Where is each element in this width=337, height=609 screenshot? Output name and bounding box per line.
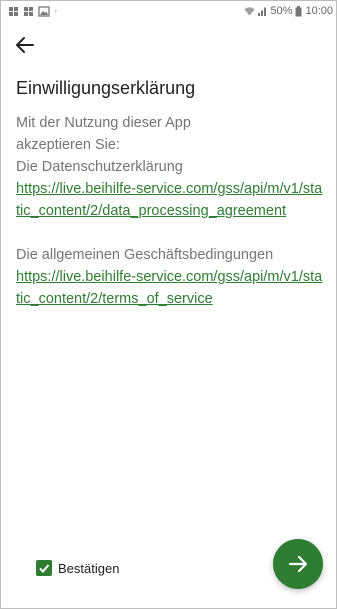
status-left: · bbox=[8, 5, 58, 17]
next-button[interactable] bbox=[273, 539, 323, 589]
wifi-icon bbox=[244, 7, 255, 16]
page-title: Einwilligungserklärung bbox=[16, 78, 196, 98]
terms-link[interactable]: https://live.beihilfe-service.com/gss/ap… bbox=[16, 266, 323, 310]
confirm-label: Bestätigen bbox=[58, 560, 120, 576]
status-bar: · 50% 10:00 bbox=[0, 0, 337, 24]
clock: 10:00 bbox=[305, 5, 333, 17]
status-dot: · bbox=[54, 5, 58, 17]
confirm-checkbox[interactable] bbox=[36, 560, 52, 576]
battery-percent: 50% bbox=[270, 5, 293, 17]
app-icon bbox=[9, 6, 18, 16]
privacy-label: Die Datenschutzerklärung bbox=[16, 159, 183, 175]
intro-text-line1: Mit der Nutzung dieser App bbox=[16, 115, 191, 131]
arrow-left-icon bbox=[16, 37, 34, 53]
back-button[interactable] bbox=[14, 34, 36, 56]
app-icon bbox=[24, 6, 33, 16]
checkmark-icon bbox=[39, 564, 50, 573]
confirm-checkbox-row[interactable]: Bestätigen bbox=[36, 560, 119, 576]
battery-icon bbox=[295, 5, 302, 16]
signal-icon bbox=[258, 7, 267, 16]
intro-text-line2: akzeptieren Sie: bbox=[16, 137, 120, 153]
image-icon bbox=[38, 5, 50, 17]
consent-content: Mit der Nutzung dieser App akzeptieren S… bbox=[16, 112, 323, 310]
privacy-link[interactable]: https://live.beihilfe-service.com/gss/ap… bbox=[16, 178, 323, 222]
arrow-right-icon bbox=[288, 555, 308, 573]
terms-label: Die allgemeinen Geschäftsbedingungen bbox=[16, 247, 274, 263]
status-right: 50% 10:00 bbox=[244, 5, 333, 17]
